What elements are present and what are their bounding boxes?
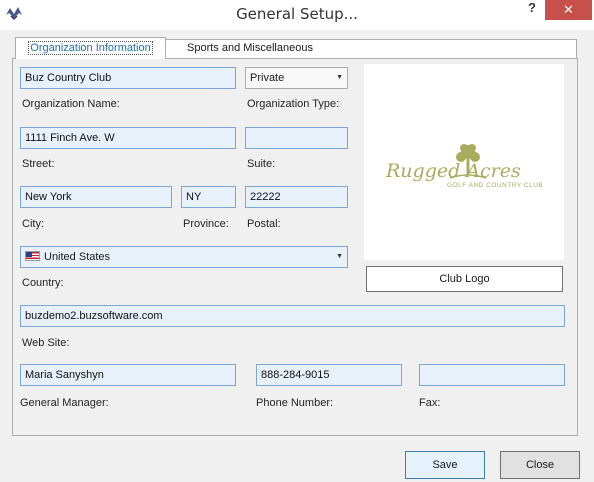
title-bar: General Setup... ? ✕ [0, 0, 594, 30]
tab-label: Sports and Miscellaneous [187, 42, 313, 54]
tab-label: Organization Information [28, 41, 153, 55]
help-button[interactable]: ? [522, 0, 542, 18]
window-title: General Setup... [236, 5, 358, 23]
tab-sports-and-miscellaneous[interactable]: Sports and Miscellaneous [166, 39, 577, 58]
organization-panel [12, 58, 578, 436]
window-close-button[interactable]: ✕ [545, 0, 592, 20]
tab-organization-information[interactable]: Organization Information [15, 37, 166, 59]
